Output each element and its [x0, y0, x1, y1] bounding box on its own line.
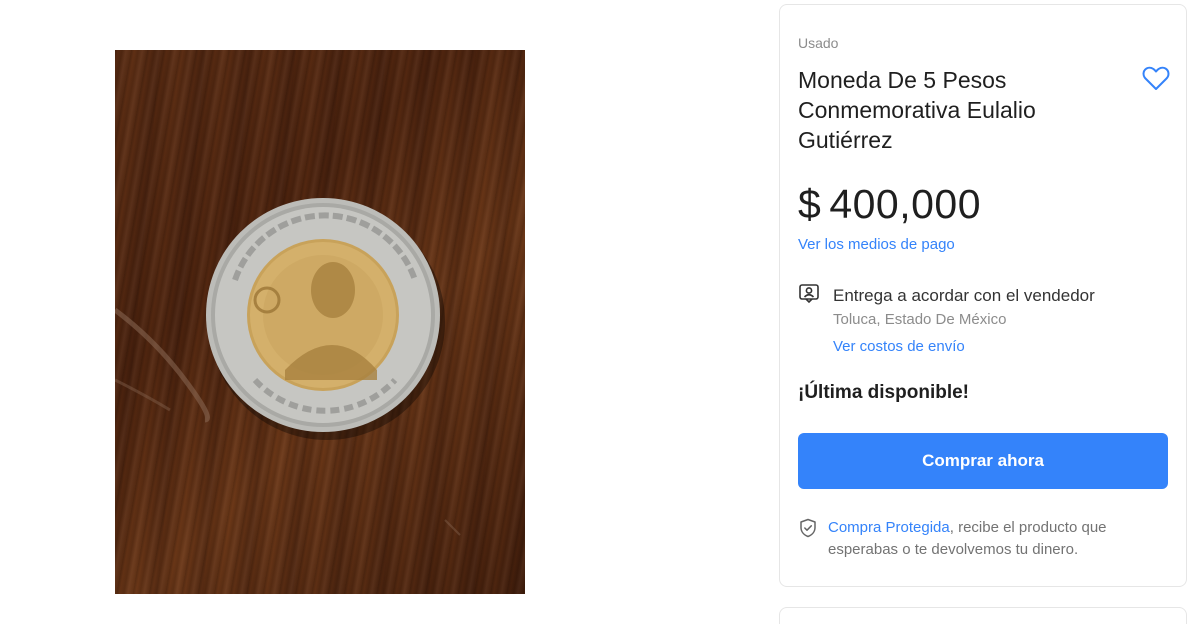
shield-check-icon: [798, 518, 818, 538]
price: $400,000: [798, 181, 981, 228]
condition-label: Usado: [798, 35, 839, 51]
payment-methods-link[interactable]: Ver los medios de pago: [798, 236, 955, 253]
protected-purchase-link[interactable]: Compra Protegida: [828, 519, 950, 536]
heart-outline-icon: [1142, 66, 1170, 90]
buy-now-button[interactable]: Comprar ahora: [798, 433, 1168, 489]
product-photo[interactable]: [115, 50, 525, 594]
purchase-card: Usado Moneda De 5 Pesos Conmemorativa Eu…: [779, 4, 1187, 587]
product-title: Moneda De 5 Pesos Conmemorativa Eulalio …: [798, 67, 1036, 153]
coin-image: [115, 198, 461, 536]
favorite-button[interactable]: [1142, 65, 1170, 91]
shipping-costs-link[interactable]: Ver costos de envío: [833, 338, 965, 355]
person-in-box-icon: [798, 282, 820, 304]
product-page: Usado Moneda De 5 Pesos Conmemorativa Eu…: [0, 0, 1200, 624]
price-amount: 400,000: [829, 181, 982, 227]
secondary-card: [779, 607, 1187, 624]
price-currency: $: [798, 181, 822, 227]
delivery-location: Toluca, Estado De México: [833, 311, 1007, 328]
stock-message: ¡Última disponible!: [798, 382, 969, 403]
delivery-title: Entrega a acordar con el vendedor: [833, 286, 1095, 305]
purchase-protection: Compra Protegida, recibe el producto que…: [828, 517, 1158, 561]
